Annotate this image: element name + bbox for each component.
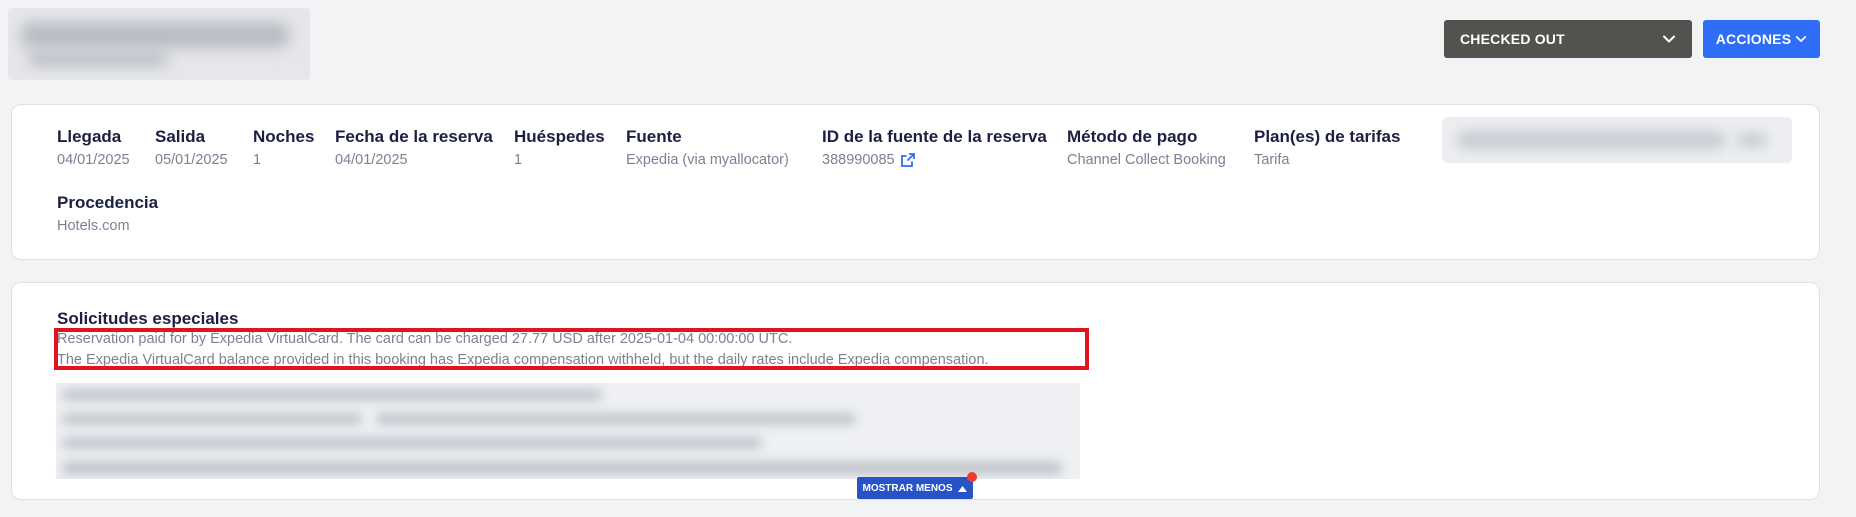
rate-plans-redacted	[1442, 117, 1792, 163]
status-value: CHECKED OUT	[1460, 31, 1565, 47]
caret-up-icon	[957, 485, 967, 492]
notification-dot	[967, 472, 977, 482]
special-request-line: Reservation paid for by Expedia VirtualC…	[57, 331, 793, 347]
rate-plans-label: Plan(es) de tarifas	[1254, 127, 1401, 146]
departure-field: Salida 05/01/2025	[155, 127, 228, 168]
chevron-down-icon	[1796, 36, 1807, 42]
source-field: Fuente Expedia (via myallocator)	[626, 127, 789, 168]
guest-name-redacted	[8, 8, 310, 80]
chevron-down-icon	[1663, 35, 1675, 43]
guests-field: Huéspedes 1	[514, 127, 605, 168]
show-less-label: MOSTRAR MENOS	[862, 482, 953, 494]
payment-method-label: Método de pago	[1067, 127, 1198, 146]
arrival-value: 04/01/2025	[57, 152, 130, 168]
rate-plans-value: Tarifa	[1254, 152, 1290, 168]
reservation-page: CHECKED OUT ACCIONES Llegada 04/01/2025 …	[0, 0, 1856, 517]
special-requests-text: Reservation paid for by Expedia VirtualC…	[57, 329, 989, 371]
show-less-button[interactable]: MOSTRAR MENOS	[857, 477, 973, 499]
source-id-row: 388990085	[822, 152, 1047, 168]
external-link-icon[interactable]	[900, 152, 916, 168]
nights-field: Noches 1	[253, 127, 314, 168]
nights-label: Noches	[253, 127, 315, 146]
arrival-label: Llegada	[57, 127, 122, 146]
booking-date-field: Fecha de la reserva 04/01/2025	[335, 127, 493, 168]
source-id-field: ID de la fuente de la reserva 388990085	[822, 127, 1047, 168]
departure-value: 05/01/2025	[155, 152, 228, 168]
origin-label: Procedencia	[57, 193, 159, 212]
nights-value: 1	[253, 152, 262, 168]
origin-field: Procedencia Hotels.com	[57, 193, 158, 234]
actions-button[interactable]: ACCIONES	[1703, 20, 1820, 58]
source-id-value: 388990085	[822, 152, 895, 168]
origin-value: Hotels.com	[57, 218, 130, 234]
payment-method-field: Método de pago Channel Collect Booking	[1067, 127, 1226, 168]
guests-value: 1	[514, 152, 523, 168]
source-value: Expedia (via myallocator)	[626, 152, 789, 168]
status-select[interactable]: CHECKED OUT	[1444, 20, 1692, 58]
payment-method-value: Channel Collect Booking	[1067, 152, 1226, 168]
special-requests-title: Solicitudes especiales	[57, 309, 239, 328]
booking-date-value: 04/01/2025	[335, 152, 408, 168]
rate-plans-field: Plan(es) de tarifas Tarifa	[1254, 127, 1400, 168]
reservation-details-card: Llegada 04/01/2025 Salida 05/01/2025 Noc…	[11, 104, 1820, 260]
special-request-line: The Expedia VirtualCard balance provided…	[57, 352, 989, 368]
special-requests-redacted	[56, 383, 1080, 479]
arrival-field: Llegada 04/01/2025	[57, 127, 130, 168]
guests-label: Huéspedes	[514, 127, 605, 146]
actions-label: ACCIONES	[1715, 31, 1792, 47]
source-id-label: ID de la fuente de la reserva	[822, 127, 1047, 146]
departure-label: Salida	[155, 127, 206, 146]
source-label: Fuente	[626, 127, 682, 146]
booking-date-label: Fecha de la reserva	[335, 127, 493, 146]
special-requests-card: Solicitudes especiales Reservation paid …	[11, 282, 1820, 500]
